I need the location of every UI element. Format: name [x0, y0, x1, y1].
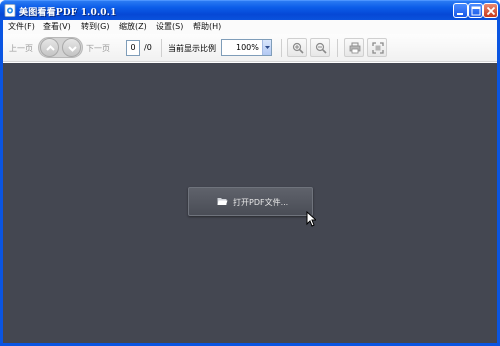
menu-settings[interactable]: 设置(S) — [156, 21, 183, 32]
zoom-out-icon — [315, 42, 327, 54]
document-canvas: 打开PDF文件... — [3, 63, 497, 343]
mouse-cursor-icon — [306, 211, 316, 227]
print-icon — [349, 42, 361, 54]
prev-page-label[interactable]: 上一页 — [9, 43, 33, 54]
chevron-up-icon — [46, 45, 55, 51]
app-window: 美图看看PDF 1.0.0.1 文件(F) 查看(V) 转到(G) 缩放(Z) … — [0, 0, 500, 346]
toolbar-divider — [161, 39, 162, 57]
menu-view[interactable]: 查看(V) — [43, 21, 71, 32]
page-nav-group — [38, 37, 83, 58]
open-pdf-button[interactable]: 打开PDF文件... — [188, 187, 313, 216]
app-logo-icon — [4, 4, 16, 17]
zoom-select[interactable]: 100% — [221, 39, 272, 56]
close-button[interactable] — [483, 3, 498, 18]
zoom-label: 当前显示比例 — [168, 44, 216, 53]
next-page-label[interactable]: 下一页 — [86, 43, 110, 54]
page-total: /0 — [144, 43, 152, 52]
print-button[interactable] — [344, 38, 364, 57]
dropdown-arrow-icon — [265, 46, 270, 49]
menu-zoom[interactable]: 缩放(Z) — [119, 21, 147, 32]
toolbar-divider — [281, 39, 282, 57]
minimize-button[interactable] — [453, 3, 468, 18]
prev-page-button[interactable] — [40, 38, 59, 57]
toolbar-divider — [337, 39, 338, 57]
open-pdf-label: 打开PDF文件... — [233, 198, 289, 207]
fullscreen-button[interactable] — [367, 38, 387, 57]
zoom-in-icon — [292, 42, 304, 54]
toolbar: 上一页 下一页 0 /0 当前显示比例 100% — [3, 34, 497, 62]
fullscreen-icon — [372, 42, 384, 54]
next-page-button[interactable] — [62, 38, 81, 57]
page-number-input[interactable]: 0 — [126, 40, 140, 56]
chevron-down-icon — [68, 46, 77, 52]
window-title: 美图看看PDF 1.0.0.1 — [19, 8, 117, 18]
zoom-dropdown-button[interactable] — [262, 40, 271, 55]
menu-bar: 文件(F) 查看(V) 转到(G) 缩放(Z) 设置(S) 帮助(H) — [3, 20, 497, 34]
menu-file[interactable]: 文件(F) — [8, 21, 35, 32]
zoom-in-button[interactable] — [287, 38, 307, 57]
maximize-button[interactable] — [468, 3, 483, 18]
zoom-value: 100% — [236, 43, 259, 52]
minimize-icon — [457, 13, 463, 15]
close-icon — [486, 6, 496, 16]
maximize-icon — [471, 6, 481, 16]
menu-goto[interactable]: 转到(G) — [81, 21, 109, 32]
folder-open-icon — [217, 198, 228, 205]
title-bar[interactable]: 美图看看PDF 1.0.0.1 — [0, 0, 500, 20]
menu-help[interactable]: 帮助(H) — [193, 21, 221, 32]
zoom-out-button[interactable] — [310, 38, 330, 57]
client-area: 文件(F) 查看(V) 转到(G) 缩放(Z) 设置(S) 帮助(H) 上一页 — [3, 20, 497, 343]
